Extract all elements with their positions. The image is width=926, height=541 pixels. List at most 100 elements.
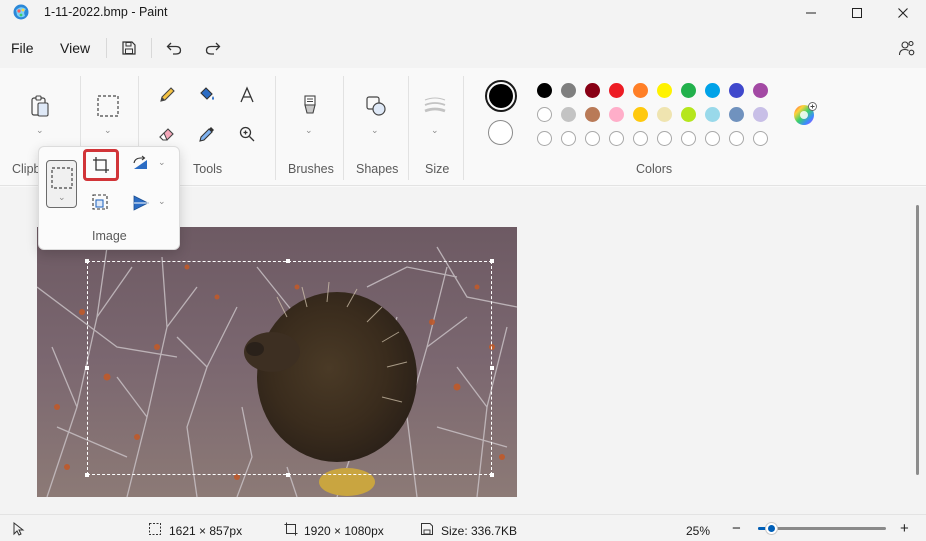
color-swatch[interactable] (681, 107, 696, 122)
save-button[interactable] (117, 36, 141, 60)
selection-handle[interactable] (490, 473, 494, 477)
maximize-button[interactable] (834, 0, 880, 26)
crop-icon (93, 157, 109, 173)
group-divider (408, 76, 409, 180)
color-swatch[interactable] (729, 107, 744, 122)
color-picker-icon (199, 127, 214, 142)
selection-rectangle[interactable] (85, 259, 494, 477)
color-swatch[interactable] (657, 131, 672, 146)
account-button[interactable] (895, 36, 919, 60)
image-select-button[interactable] (94, 92, 122, 120)
color-swatch[interactable] (585, 131, 600, 146)
zoom-out-button[interactable]: − (732, 520, 741, 537)
undo-button[interactable] (162, 36, 186, 60)
rotate-icon (133, 155, 147, 169)
select-icon (97, 95, 119, 117)
color-swatch[interactable] (681, 83, 696, 98)
color-swatch[interactable] (657, 83, 672, 98)
group-divider (463, 76, 464, 180)
fill-tool[interactable] (193, 81, 221, 109)
zoom-slider-thumb[interactable] (764, 522, 778, 535)
color-swatch[interactable] (585, 83, 600, 98)
color-swatch[interactable] (609, 131, 624, 146)
color-swatch[interactable] (585, 107, 600, 122)
selection-handle[interactable] (85, 473, 89, 477)
color-swatch[interactable] (609, 107, 624, 122)
colors-group-label: Colors (636, 162, 673, 176)
color-swatch[interactable] (657, 107, 672, 122)
eraser-tool[interactable] (153, 120, 181, 148)
select-button[interactable]: ⌄ (46, 160, 77, 208)
resize-button[interactable] (91, 193, 111, 213)
color-swatch[interactable] (561, 83, 576, 98)
window-title: 1-11-2022.bmp - Paint (44, 5, 168, 19)
zoom-in-button[interactable]: + (900, 520, 909, 537)
save-icon (122, 41, 136, 55)
color-swatch[interactable] (537, 131, 552, 146)
color1-button[interactable] (485, 80, 517, 112)
clipboard-group-label: Clipb (12, 162, 41, 176)
color-swatch[interactable] (729, 131, 744, 146)
color-swatch[interactable] (633, 131, 648, 146)
minimize-icon (806, 12, 816, 14)
color-picker-tool[interactable] (193, 120, 221, 148)
chevron-down-icon[interactable]: ⌄ (104, 125, 112, 136)
color-swatch[interactable] (537, 83, 552, 98)
color-swatch[interactable] (633, 107, 648, 122)
chevron-down-icon[interactable]: ⌄ (36, 125, 44, 136)
crop-button[interactable] (83, 149, 119, 181)
chevron-down-icon[interactable]: ⌄ (371, 125, 379, 136)
status-bar: 1621 × 857px 1920 × 1080px Size: 336.7KB… (0, 514, 926, 541)
rotate-button[interactable]: ⌄ (131, 155, 171, 175)
color-swatch[interactable] (753, 107, 768, 122)
pencil-tool[interactable] (153, 81, 181, 109)
selection-handle[interactable] (286, 259, 290, 263)
color-swatch[interactable] (537, 107, 552, 122)
line-size-icon (424, 97, 446, 113)
flip-icon (133, 195, 149, 211)
color2-button[interactable] (488, 120, 513, 145)
redo-icon (205, 42, 221, 55)
selection-handle[interactable] (85, 259, 89, 263)
close-button[interactable] (880, 0, 926, 26)
selection-handle[interactable] (490, 259, 494, 263)
color-swatch[interactable] (633, 83, 648, 98)
group-divider (343, 76, 344, 180)
resize-icon (92, 194, 108, 210)
color-swatch[interactable] (705, 83, 720, 98)
chevron-down-icon: ⌄ (58, 192, 66, 202)
file-menu[interactable]: File (11, 40, 34, 56)
color-swatch[interactable] (681, 131, 696, 146)
color-swatch[interactable] (705, 131, 720, 146)
text-tool[interactable] (233, 81, 261, 109)
zoom-slider[interactable] (758, 522, 886, 535)
color-swatch[interactable] (561, 131, 576, 146)
shapes-icon (366, 96, 386, 116)
view-menu[interactable]: View (60, 40, 90, 56)
brushes-group-label: Brushes (288, 162, 334, 176)
selection-handle[interactable] (286, 473, 290, 477)
vertical-scrollbar[interactable] (916, 205, 919, 475)
shapes-button[interactable] (362, 92, 390, 120)
chevron-down-icon[interactable]: ⌄ (305, 125, 313, 136)
size-button[interactable] (421, 92, 449, 120)
selection-handle[interactable] (490, 366, 494, 370)
magnifier-tool[interactable] (233, 120, 261, 148)
color-swatch[interactable] (729, 83, 744, 98)
edit-colors-button[interactable] (792, 102, 818, 128)
color-swatch[interactable] (705, 107, 720, 122)
redo-button[interactable] (201, 36, 225, 60)
paste-button[interactable] (26, 92, 54, 120)
flip-button[interactable]: ⌄ (131, 194, 171, 214)
brushes-button[interactable] (296, 92, 324, 120)
image-flyout: ⌄ ⌄ ⌄ Image (38, 146, 180, 250)
color-swatch[interactable] (753, 131, 768, 146)
color-swatch[interactable] (609, 83, 624, 98)
selection-handle[interactable] (85, 366, 89, 370)
minimize-button[interactable] (788, 0, 834, 26)
clipboard-icon (31, 95, 49, 117)
canvas-size-text: 1920 × 1080px (304, 524, 384, 538)
magnifier-icon (239, 126, 255, 142)
color-swatch[interactable] (753, 83, 768, 98)
color-swatch[interactable] (561, 107, 576, 122)
